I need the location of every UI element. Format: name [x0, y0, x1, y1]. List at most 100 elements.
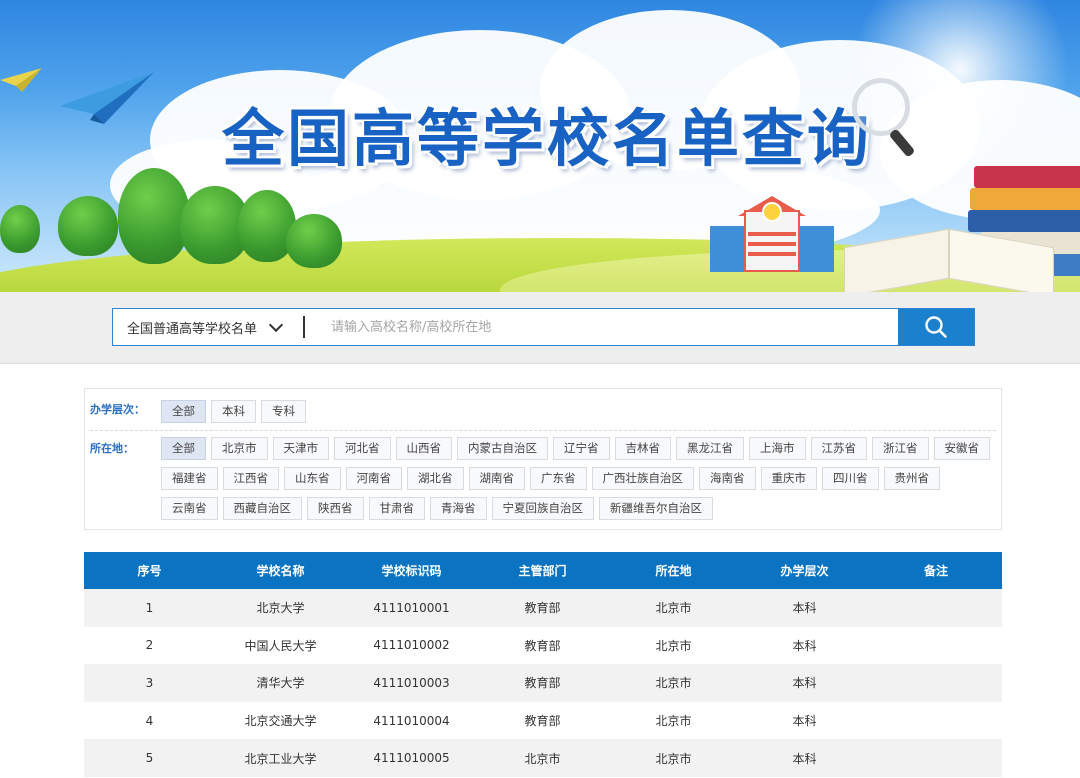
table-row[interactable]: 4 北京交通大学 4111010004 教育部 北京市 本科	[84, 701, 1002, 740]
tree	[0, 205, 40, 253]
location-filter-chip[interactable]: 福建省	[161, 467, 218, 490]
location-filter-chip[interactable]: 上海市	[749, 437, 806, 460]
location-filter-chip[interactable]: 湖北省	[407, 467, 464, 490]
table-cell: 北京市	[655, 714, 692, 729]
table-cell: 4	[145, 713, 154, 728]
table-cell: 北京市	[655, 638, 692, 653]
search-input[interactable]	[305, 309, 898, 345]
table-row[interactable]: 2 中国人民大学 4111010002 教育部 北京市 本科	[84, 626, 1002, 665]
search-band: 全国普通高等学校名单	[0, 292, 1080, 364]
location-filter-chip[interactable]: 黑龙江省	[676, 437, 744, 460]
level-filter-label: 办学层次：	[90, 403, 145, 416]
category-select[interactable]: 全国普通高等学校名单	[113, 309, 303, 345]
level-filter-chip[interactable]: 专科	[261, 400, 306, 423]
table-cell: 2	[145, 638, 154, 653]
table-cell: 北京工业大学	[244, 751, 317, 766]
location-filter-chip[interactable]: 江苏省	[810, 437, 867, 460]
tree	[58, 196, 118, 256]
location-filter-chip[interactable]: 内蒙古自治区	[457, 437, 548, 460]
table-cell	[870, 627, 1002, 665]
location-filter-chip[interactable]: 全部	[161, 437, 206, 460]
table-cell: 教育部	[524, 676, 561, 691]
table-cell: 清华大学	[256, 676, 305, 691]
table-cell: 本科	[792, 676, 817, 691]
location-filter-chip[interactable]: 甘肃省	[368, 497, 425, 520]
location-filter-chip[interactable]: 山东省	[284, 467, 341, 490]
open-book-icon	[844, 224, 1054, 292]
level-filter-chip[interactable]: 全部	[161, 400, 206, 423]
tree	[286, 214, 342, 268]
table-cell	[870, 664, 1002, 702]
table-header-row: 序号 学校名称 学校标识码 主管部门 所在地 办学层次 备注	[84, 552, 1002, 589]
location-filter-chip[interactable]: 浙江省	[872, 437, 929, 460]
chevron-down-icon	[268, 317, 284, 333]
search-button[interactable]	[898, 309, 974, 345]
table-cell: 1	[145, 600, 154, 615]
table-cell	[870, 739, 1002, 777]
table-cell: 本科	[792, 714, 817, 729]
location-filter-chip[interactable]: 北京市	[211, 437, 268, 460]
location-filter-chip[interactable]: 广东省	[530, 467, 587, 490]
location-filter-label: 所在地：	[90, 442, 134, 455]
magnifier-icon	[852, 78, 910, 136]
location-filter-chip[interactable]: 河南省	[345, 467, 402, 490]
table-cell	[870, 702, 1002, 740]
table-cell: 4111010004	[373, 713, 450, 728]
table-cell: 3	[145, 675, 154, 690]
location-chips: 全部 北京市 天津市 河北省 山西省 内蒙古自治区 辽宁省 吉林省 黑龙江省 上海市 江苏省 浙江省安…	[161, 437, 991, 520]
divider	[90, 430, 996, 431]
location-filter-chip[interactable]: 海南省	[699, 467, 756, 490]
location-filter-chip[interactable]: 贵州省	[883, 467, 940, 490]
location-filter-chip[interactable]: 宁夏回族自治区	[491, 497, 594, 520]
level-filter-row: 办学层次： 全部 本科 专科	[85, 389, 1001, 431]
table-cell	[870, 589, 1002, 627]
location-filter-chip[interactable]: 西藏自治区	[222, 497, 302, 520]
level-chips: 全部 本科 专科	[161, 400, 991, 423]
location-filter-chip[interactable]: 天津市	[272, 437, 329, 460]
table-cell: 教育部	[524, 638, 561, 653]
table-cell: 本科	[792, 638, 817, 653]
table-cell: 北京市	[655, 601, 692, 616]
table-cell: 5	[145, 751, 154, 766]
table-cell: 本科	[792, 601, 817, 616]
location-filter-chip[interactable]: 河北省	[334, 437, 391, 460]
school-building-icon	[708, 196, 834, 272]
location-filter-chip[interactable]: 广西壮族自治区	[591, 467, 694, 490]
column-header: 主管部门	[518, 564, 567, 578]
table-cell: 4111010003	[373, 675, 450, 690]
location-filter-chip[interactable]: 新疆维吾尔自治区	[599, 497, 713, 520]
column-header: 序号	[137, 564, 162, 578]
location-filter-chip[interactable]: 江西省	[222, 467, 279, 490]
location-filter-chip[interactable]: 湖南省	[468, 467, 525, 490]
location-filter-chip[interactable]: 辽宁省	[553, 437, 610, 460]
table-cell: 北京市	[524, 751, 561, 766]
table-row[interactable]: 1 北京大学 4111010001 教育部 北京市 本科	[84, 589, 1002, 627]
table-cell: 4111010002	[373, 638, 450, 653]
location-filter-chip[interactable]: 山西省	[395, 437, 452, 460]
table-cell: 北京交通大学	[244, 714, 317, 729]
table-cell: 本科	[792, 751, 817, 766]
tree	[118, 168, 190, 264]
table-cell: 北京市	[655, 676, 692, 691]
table-cell: 北京大学	[256, 601, 305, 616]
location-filter-chip[interactable]: 吉林省	[614, 437, 671, 460]
location-filter-chip[interactable]: 四川省	[822, 467, 879, 490]
table-cell: 4111010005	[373, 751, 450, 766]
table-row[interactable]: 5 北京工业大学 4111010005 北京市 北京市 本科	[84, 739, 1002, 777]
column-header: 学校名称	[256, 564, 305, 578]
column-header: 学校标识码	[381, 564, 442, 578]
filter-panel: 办学层次： 全部 本科 专科 所在地： 全部 北京市 天津市 河北省 山西省 内蒙古自治区 辽宁…	[84, 388, 1002, 530]
location-filter-chip[interactable]: 青海省	[430, 497, 487, 520]
level-filter-chip[interactable]: 本科	[211, 400, 256, 423]
table-cell: 中国人民大学	[244, 638, 317, 653]
location-filter-chip[interactable]: 陕西省	[307, 497, 364, 520]
location-filter-chip[interactable]: 安徽省	[933, 437, 990, 460]
table-cell: 4111010001	[373, 600, 450, 615]
location-filter-chip[interactable]: 重庆市	[760, 467, 817, 490]
table-cell: 教育部	[524, 601, 561, 616]
table-row[interactable]: 3 清华大学 4111010003 教育部 北京市 本科	[84, 664, 1002, 702]
column-header: 所在地	[655, 564, 692, 578]
page-title: 全国高等学校名单查询	[222, 102, 873, 175]
category-select-value: 全国普通高等学校名单	[127, 321, 258, 337]
location-filter-chip[interactable]: 云南省	[161, 497, 218, 520]
